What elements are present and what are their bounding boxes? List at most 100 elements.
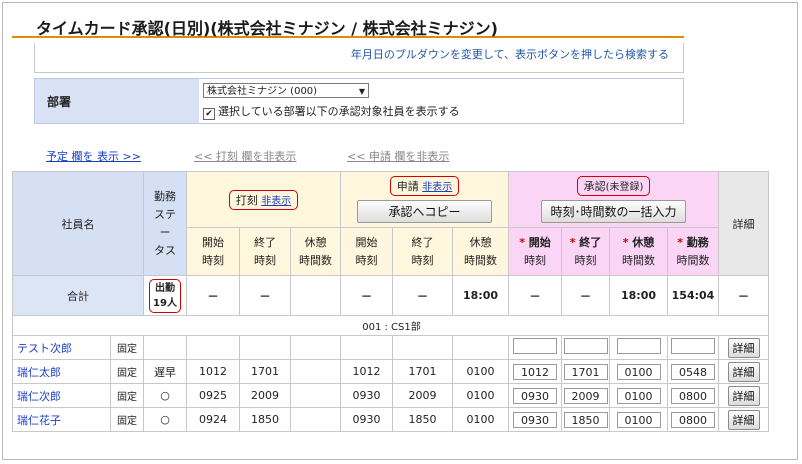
- status-cell: ○: [143, 407, 187, 432]
- punch-start: 0924: [186, 407, 240, 432]
- total-app-start: －: [508, 275, 562, 316]
- app-start-input[interactable]: 1012: [513, 363, 557, 380]
- dept-select[interactable]: 株式会社ミナジン (000) ▼: [203, 83, 369, 98]
- filter-panel: 部署 株式会社ミナジン (000) ▼ ✔ 選択している部署以下の承認対象社員を表…: [34, 78, 684, 124]
- punch-break: [290, 335, 341, 360]
- total-punch-break: [290, 275, 341, 316]
- app-work-input[interactable]: 0800: [671, 411, 715, 428]
- total-status-box: 出勤 19人: [149, 278, 181, 313]
- fixed-label: 固定: [110, 335, 144, 360]
- fixed-label: 固定: [110, 383, 144, 408]
- total-punch-start: －: [186, 275, 240, 316]
- info-text: 年月日のプルダウンを変更して、表示ボタンを押したら検索する: [350, 48, 669, 61]
- total-req-break: 18:00: [452, 275, 509, 316]
- app-work-input[interactable]: 0800: [671, 387, 715, 404]
- chevron-down-icon: ▼: [358, 87, 365, 96]
- approval-group-header: 承認(未登録) 時刻･時間数の一括入力: [508, 171, 719, 228]
- request-group-header: 申請 非表示 承認へコピー: [340, 171, 509, 228]
- employee-name-link[interactable]: 瑞仁次郎: [17, 390, 61, 403]
- hide-punch-link[interactable]: << 打刻 欄を非表示: [194, 148, 296, 164]
- detail-button[interactable]: 詳細: [727, 385, 760, 406]
- employee-name-link[interactable]: 瑞仁太郎: [17, 366, 61, 379]
- app-work-input[interactable]: 0548: [671, 363, 715, 380]
- app-start-input[interactable]: [513, 338, 557, 354]
- detail-button[interactable]: 詳細: [727, 409, 760, 430]
- copy-to-approval-button[interactable]: 承認へコピー: [357, 200, 492, 223]
- info-box: 年月日のプルダウンを変更して、表示ボタンを押したら検索する: [34, 43, 684, 73]
- col-name-header: 社員名: [12, 171, 144, 276]
- app-end-input[interactable]: 2009: [563, 387, 608, 404]
- detail-button[interactable]: 詳細: [727, 337, 760, 358]
- hide-request-link[interactable]: << 申請 欄を非表示: [347, 148, 449, 164]
- total-row: 合計 出勤 19人 － － － － 18:00 － － 18:00 154:04 …: [12, 275, 769, 316]
- app-break-input[interactable]: [616, 338, 661, 354]
- req-start: 0930: [340, 407, 393, 432]
- status-cell: [143, 335, 187, 360]
- total-app-work: 154:04: [667, 275, 719, 316]
- status-cell: 遅早: [143, 359, 187, 384]
- punch-end: [239, 335, 291, 360]
- punch-group-box: 打刻 非表示: [228, 189, 299, 210]
- punch-hide-link[interactable]: 非表示: [261, 196, 291, 207]
- dept-label: 001 : CS1部: [12, 315, 769, 336]
- fixed-label: 固定: [110, 407, 144, 432]
- detail-button[interactable]: 詳細: [727, 361, 760, 382]
- punch-break: [290, 383, 341, 408]
- timecard-table: 社員名 勤務 ステ ー タス 打刻 非表示 申請 非表示 承認へコピー 承認(未…: [12, 171, 769, 432]
- include-subdept-checkbox[interactable]: ✔: [203, 108, 215, 120]
- punch-end: 2009: [239, 383, 291, 408]
- app-end-input[interactable]: [563, 338, 608, 354]
- req-end: 1701: [392, 359, 453, 384]
- app-break-header: * 休憩 時間数: [609, 227, 668, 276]
- show-schedule-link[interactable]: 予定 欄を 表示 >>: [46, 148, 141, 164]
- punch-break: [290, 407, 341, 432]
- bulk-input-button[interactable]: 時刻･時間数の一括入力: [541, 200, 686, 223]
- req-start: 0930: [340, 383, 393, 408]
- punch-start: [186, 335, 240, 360]
- table-row: テスト次郎 固定 詳細: [12, 335, 769, 360]
- status-cell: ○: [143, 383, 187, 408]
- app-work-header: * 勤務 時間数: [667, 227, 719, 276]
- punch-end-header: 終了 時刻: [239, 227, 291, 276]
- req-break: 0100: [452, 383, 509, 408]
- app-start-header: * 開始 時刻: [508, 227, 562, 276]
- employee-name-link[interactable]: 瑞仁花子: [17, 414, 61, 427]
- app-start-input[interactable]: 0930: [513, 411, 557, 428]
- request-group-box: 申請 非表示: [389, 176, 460, 196]
- table-row: 瑞仁次郎 固定 ○ 0925 2009 0930 2009 0100 0930 …: [12, 383, 769, 408]
- total-app-break: 18:00: [609, 275, 668, 316]
- app-end-input[interactable]: 1701: [563, 363, 608, 380]
- employee-name-link[interactable]: テスト次郎: [17, 342, 72, 355]
- total-detail: －: [718, 275, 769, 316]
- dept-row: 001 : CS1部: [12, 315, 769, 336]
- punch-end: 1850: [239, 407, 291, 432]
- app-start-input[interactable]: 0930: [513, 387, 557, 404]
- punch-end: 1701: [239, 359, 291, 384]
- punch-break: [290, 359, 341, 384]
- total-req-start: －: [340, 275, 393, 316]
- total-req-end: －: [392, 275, 453, 316]
- table-row: 瑞仁花子 固定 ○ 0924 1850 0930 1850 0100 0930 …: [12, 407, 769, 432]
- total-status: 出勤 19人: [143, 275, 187, 316]
- req-end-header: 終了 時刻: [392, 227, 453, 276]
- req-start-header: 開始 時刻: [340, 227, 393, 276]
- app-break-input[interactable]: 0100: [616, 411, 661, 428]
- col-status-header: 勤務 ステ ー タス: [143, 171, 187, 276]
- app-end-input[interactable]: 1850: [563, 411, 608, 428]
- app-work-input[interactable]: [671, 338, 715, 354]
- fixed-label: 固定: [110, 359, 144, 384]
- req-break-header: 休憩 時間数: [452, 227, 509, 276]
- page-title: タイムカード承認(日別)(株式会社ミナジン / 株式会社ミナジン): [36, 19, 498, 38]
- req-start: 1012: [340, 359, 393, 384]
- table-row: 瑞仁太郎 固定 遅早 1012 1701 1012 1701 0100 1012…: [12, 359, 769, 384]
- include-subdept-label: 選択している部署以下の承認対象社員を表示する: [218, 105, 460, 118]
- include-subdept-row: ✔ 選択している部署以下の承認対象社員を表示する: [203, 103, 460, 120]
- req-end: 2009: [392, 383, 453, 408]
- req-break: [452, 335, 509, 360]
- punch-start: 1012: [186, 359, 240, 384]
- app-break-input[interactable]: 0100: [616, 387, 661, 404]
- filter-label-cell: 部署: [35, 79, 199, 123]
- req-start: [340, 335, 393, 360]
- app-break-input[interactable]: 0100: [616, 363, 661, 380]
- request-hide-link[interactable]: 非表示: [422, 182, 452, 193]
